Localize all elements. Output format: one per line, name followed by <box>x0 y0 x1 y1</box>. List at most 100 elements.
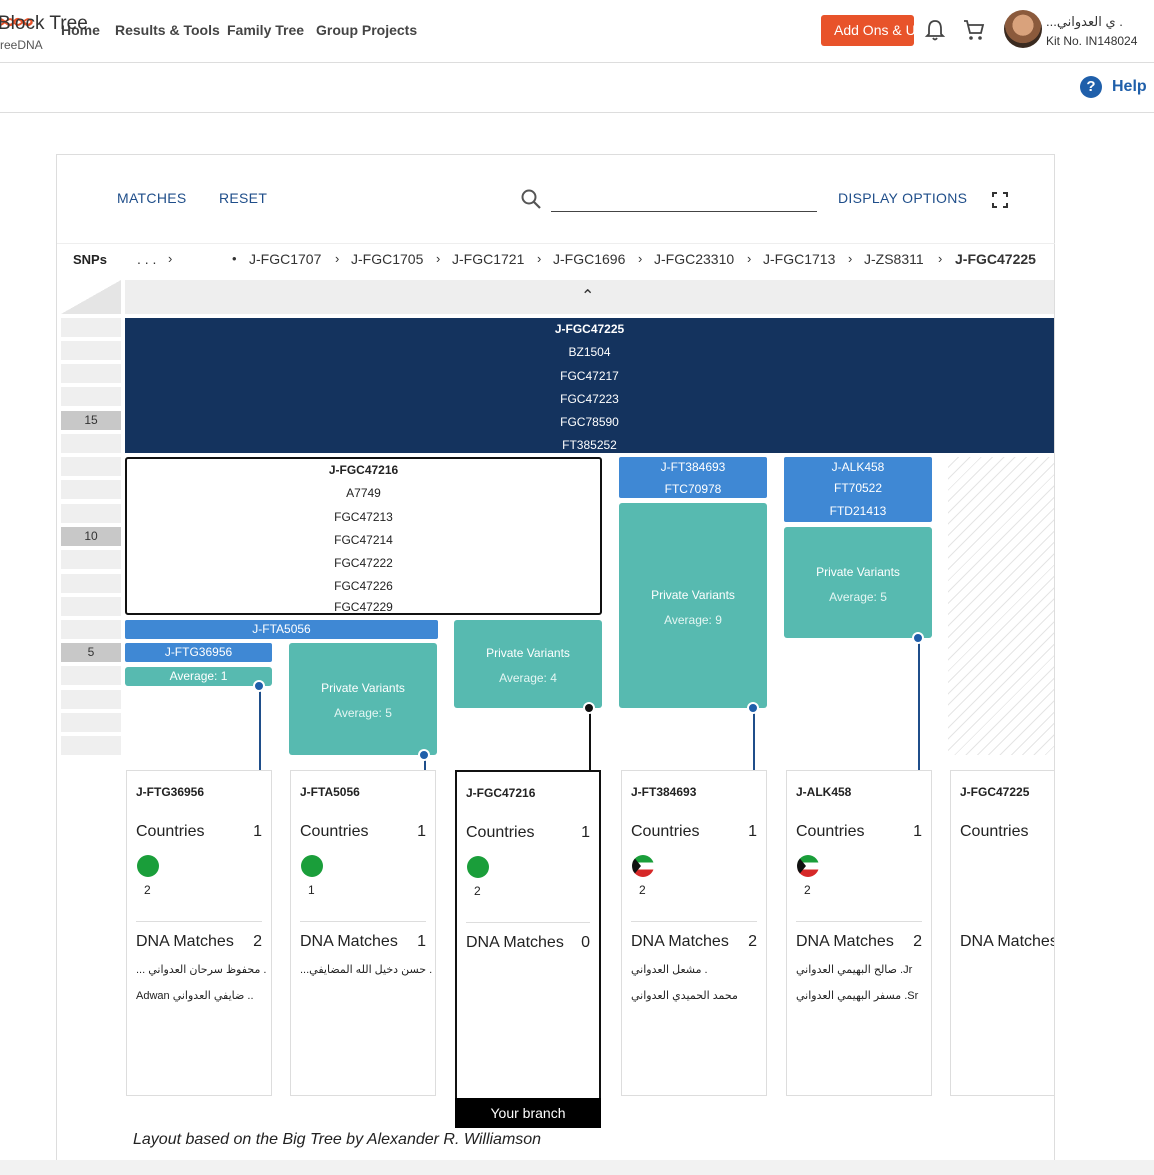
breadcrumb-item[interactable]: J-ZS8311 <box>864 251 924 267</box>
private-variants-fgc47216[interactable]: Private Variants Average: 4 <box>454 620 602 708</box>
block-snp: FGC47222 <box>334 556 393 571</box>
connector-dot <box>747 702 759 714</box>
card-title: J-ALK458 <box>796 785 852 799</box>
breadcrumb-item[interactable]: J-FGC1721 <box>452 251 524 267</box>
breadcrumb-item[interactable]: J-FGC1705 <box>351 251 423 267</box>
branch-card[interactable]: J-ALK458 Countries 1 2 DNA Matches 2 صال… <box>786 770 932 1096</box>
connector-line <box>753 708 755 770</box>
dna-matches-label: DNA Matches <box>631 933 729 950</box>
chevron-right-icon: › <box>938 251 943 266</box>
add-ons-button[interactable]: Add Ons & Up <box>821 15 914 46</box>
breadcrumb-item-current[interactable]: J-FGC47225 <box>955 251 1036 267</box>
dna-matches-count: 2 <box>748 933 757 950</box>
kuwait-flag-icon[interactable] <box>632 855 654 877</box>
match-name[interactable]: Adwan ضايفي العدواني .. <box>136 989 254 1002</box>
dna-matches-count: 2 <box>913 933 922 950</box>
match-name[interactable]: مسفر البهيمي العدواني .Sr <box>796 989 918 1002</box>
block-snp: A7749 <box>346 486 381 501</box>
block-snp: BZ1504 <box>568 345 611 360</box>
breadcrumb-ellipsis[interactable]: . . . <box>137 251 156 267</box>
flag-count: 2 <box>474 884 481 898</box>
block-j-alk458[interactable]: J-ALK458 FT70522 FTD21413 <box>784 457 932 522</box>
branch-card[interactable]: J-FTA5056 Countries 1 1 DNA Matches 1 ..… <box>290 770 436 1096</box>
bottom-strip <box>0 1160 1154 1175</box>
branch-card[interactable]: J-FTG36956 Countries 1 2 DNA Matches 2 .… <box>126 770 272 1096</box>
block-j-fta5056[interactable]: J-FTA5056 <box>125 620 438 639</box>
ruler-cell <box>61 387 121 406</box>
match-name[interactable]: ... محفوظ سرحان العدواني . <box>136 963 267 976</box>
match-name[interactable]: مشعل العدواني . <box>631 963 708 976</box>
divider <box>631 921 757 922</box>
block-snp: FGC47217 <box>560 368 619 383</box>
private-variants-fta5056[interactable]: Private Variants Average: 5 <box>289 643 437 755</box>
branch-card[interactable]: J-FT384693 Countries 1 2 DNA Matches 2 م… <box>621 770 767 1096</box>
branch-card-selected[interactable]: J-FGC47216 Countries 1 2 DNA Matches 0 <box>455 770 601 1100</box>
display-options-button[interactable]: DISPLAY OPTIONS <box>838 190 967 206</box>
dna-matches-count: 1 <box>417 933 426 950</box>
user-name[interactable]: ...ي العدواني . <box>1046 14 1123 30</box>
ruler-cell <box>61 690 121 709</box>
avatar[interactable] <box>1004 10 1042 48</box>
ruler-cell <box>61 550 121 569</box>
saudi-flag-icon[interactable] <box>301 855 323 877</box>
search-input[interactable] <box>551 211 817 212</box>
connector-dot <box>418 749 430 761</box>
nav-group-projects[interactable]: Group Projects <box>316 22 417 38</box>
help-icon[interactable]: ? <box>1080 76 1102 98</box>
chevron-right-icon: › <box>747 251 752 266</box>
match-name[interactable]: ...حسن دخيل الله المضايفي . <box>300 963 432 976</box>
help-link[interactable]: Help <box>1112 78 1147 96</box>
private-variants-ftg36956[interactable]: Average: 1 <box>125 667 272 686</box>
private-variants-average: Average: 5 <box>829 590 887 604</box>
block-j-fgc47225[interactable]: J-FGC47225 BZ1504 FGC47217 FGC47223 FGC7… <box>125 318 1054 453</box>
match-name[interactable]: صالح البهيمي العدواني .Jr <box>796 963 912 976</box>
dna-matches-label: DNA Matches <box>796 933 894 950</box>
breadcrumb-item[interactable]: J-FGC1696 <box>553 251 625 267</box>
chevron-right-icon: › <box>335 251 340 266</box>
chevron-right-icon: › <box>848 251 853 266</box>
block-snp: FTD21413 <box>829 504 887 519</box>
saudi-flag-icon[interactable] <box>467 856 489 878</box>
logo-text[interactable]: reeDNA <box>0 38 43 52</box>
reset-button[interactable]: RESET <box>219 190 267 206</box>
countries-label: Countries <box>631 823 700 840</box>
bell-icon[interactable] <box>924 18 946 42</box>
saudi-flag-icon[interactable] <box>137 855 159 877</box>
chevron-right-icon: › <box>537 251 542 266</box>
private-variants-label: Private Variants <box>816 565 900 579</box>
divider <box>136 921 262 922</box>
ruler-cell <box>61 318 121 337</box>
block-j-fgc47216[interactable]: J-FGC47216 A7749 FGC47213 FGC47214 FGC47… <box>125 457 602 615</box>
kuwait-flag-icon[interactable] <box>797 855 819 877</box>
ruler-cell <box>61 364 121 383</box>
dna-matches-label: DNA Matches <box>136 933 234 950</box>
ruler-cell <box>61 574 121 593</box>
breadcrumb-item[interactable]: J-FGC1713 <box>763 251 835 267</box>
breadcrumb-item[interactable]: J-FGC23310 <box>654 251 734 267</box>
block-j-ft384693[interactable]: J-FT384693 FTC70978 <box>619 457 767 498</box>
breadcrumb-item[interactable]: J-FGC1707 <box>249 251 321 267</box>
flag-count: 1 <box>308 883 315 897</box>
countries-count: 1 <box>417 823 426 840</box>
private-variants-alk458[interactable]: Private Variants Average: 5 <box>784 527 932 638</box>
nav-family-tree[interactable]: Family Tree <box>227 22 304 38</box>
block-snp: J-FGC47216 <box>328 463 399 477</box>
private-variants-ft384693[interactable]: Private Variants Average: 9 <box>619 503 767 708</box>
branch-card[interactable]: J-FGC47225 Countries DNA Matches <box>950 770 1054 1096</box>
connector-dot <box>912 632 924 644</box>
flag-count: 2 <box>804 883 811 897</box>
fullscreen-icon[interactable] <box>992 192 1008 208</box>
block-j-ftg36956[interactable]: J-FTG36956 <box>125 643 272 662</box>
page-title-bar <box>0 63 1154 113</box>
private-variants-label: Private Variants <box>486 646 570 660</box>
private-variants-average: Average: 4 <box>499 671 557 685</box>
cart-icon[interactable] <box>962 18 986 42</box>
chevron-right-icon: › <box>638 251 643 266</box>
matches-button[interactable]: MATCHES <box>117 190 187 206</box>
dna-matches-label: DNA Matches <box>960 933 1054 950</box>
match-name[interactable]: محمد الحميدي العدواني <box>631 989 738 1002</box>
dna-matches-count: 2 <box>253 933 262 950</box>
ruler-cell <box>61 666 121 685</box>
nav-results-tools[interactable]: Results & Tools <box>115 22 220 38</box>
chevron-up-icon[interactable]: ⌃ <box>581 286 594 306</box>
